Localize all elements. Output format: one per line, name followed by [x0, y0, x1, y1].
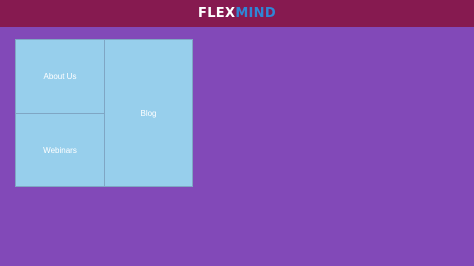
main-content: About Us Webinars Blog	[0, 27, 474, 266]
tile-about-us[interactable]: About Us	[15, 39, 105, 114]
tile-blog-label: Blog	[140, 108, 157, 118]
logo-text-mind: MIND	[235, 6, 276, 21]
tile-webinars-label: Webinars	[43, 145, 77, 155]
tile-blog[interactable]: Blog	[104, 39, 193, 187]
site-header: FLEXMIND	[0, 0, 474, 27]
logo-text-flex: FLEX	[198, 6, 236, 21]
tile-about-us-label: About Us	[43, 72, 77, 81]
tile-webinars[interactable]: Webinars	[15, 113, 105, 187]
flexmind-logo[interactable]: FLEXMIND	[198, 7, 276, 20]
